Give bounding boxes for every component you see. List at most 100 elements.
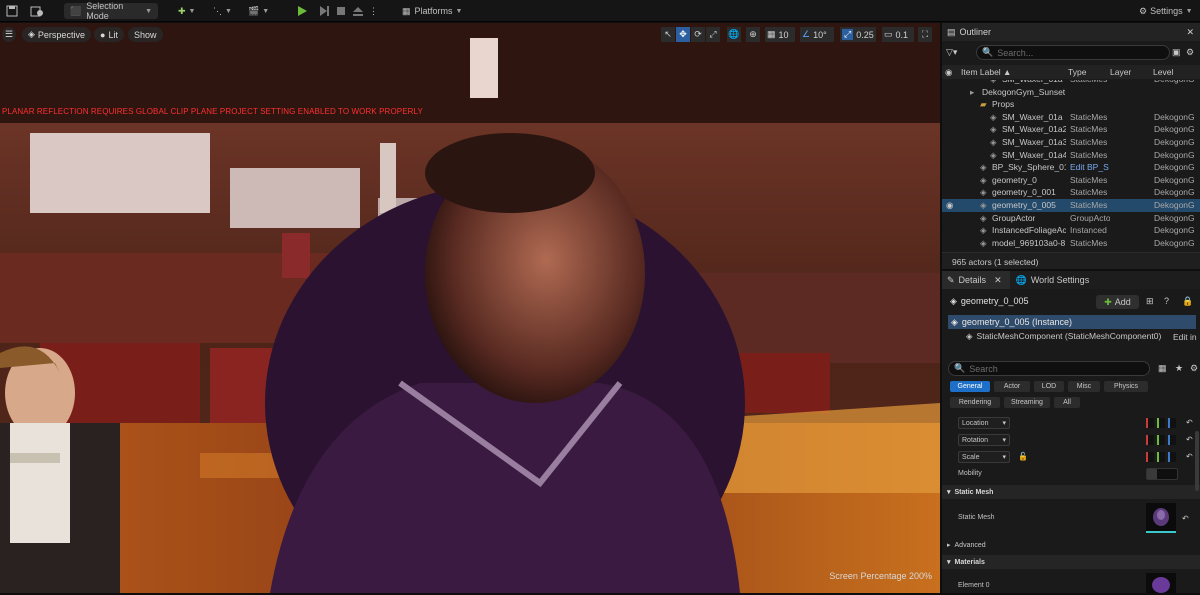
advanced-section[interactable]: ▸ Advanced <box>947 541 986 549</box>
actor-name[interactable]: ◈ geometry_0_005 <box>950 296 1028 307</box>
rotation-vector[interactable] <box>1146 435 1176 445</box>
reset-icon[interactable]: ↶ <box>1186 418 1193 427</box>
step-button[interactable] <box>318 3 330 19</box>
materials-section[interactable]: ▾ Materials <box>942 555 1200 569</box>
column-layer[interactable]: Layer <box>1110 67 1131 77</box>
outliner-row-type: StaticMes <box>1070 200 1108 210</box>
plus-icon: ✚ <box>1104 296 1112 307</box>
content-icon[interactable] <box>30 3 44 19</box>
outliner-row[interactable]: ◈ BP_Sky_Sphere_01 Edit BP_S DekogonG <box>942 161 1200 174</box>
close-icon[interactable]: ✕ <box>994 275 1002 286</box>
selection-mode-dropdown[interactable]: ⬛ Selection Mode ▼ <box>64 1 158 21</box>
outliner-row[interactable]: ◈ GroupActor GroupActo DekogonG <box>942 212 1200 225</box>
cinematics-button[interactable]: 🎬 ▼ <box>248 3 269 19</box>
favorite-icon[interactable]: ★ <box>1175 363 1183 374</box>
save-icon[interactable] <box>6 3 18 19</box>
material-thumbnail[interactable] <box>1146 573 1176 593</box>
more-options-icon[interactable]: ⋮ <box>369 3 378 19</box>
stop-button[interactable] <box>335 3 347 19</box>
column-level[interactable]: Level <box>1153 67 1173 77</box>
eject-button[interactable] <box>352 3 364 19</box>
static-mesh-section[interactable]: ▾ Static Mesh <box>942 485 1200 499</box>
view-mode-button[interactable]: ● Lit <box>94 27 124 42</box>
level-viewport[interactable]: ☰ ◈ Perspective ● Lit Show ↖ ✥ ⟳ ⤢ 🌐 ⊕ ▦… <box>0 23 940 593</box>
filter-physics[interactable]: Physics <box>1104 381 1148 392</box>
play-button[interactable] <box>296 3 308 19</box>
browse-arrow-icon[interactable]: ↶ <box>1182 514 1189 523</box>
viewport-menu-button[interactable]: ☰ <box>2 27 16 42</box>
show-button[interactable]: Show <box>128 27 163 42</box>
outliner-tab[interactable]: ▤ Outliner ✕ <box>942 23 1200 41</box>
grid-snap-button[interactable]: ▦ 10 <box>765 27 795 42</box>
mobility-toggle[interactable] <box>1146 468 1178 480</box>
details-tab[interactable]: ✎ Details ✕ <box>942 271 1010 289</box>
component-row[interactable]: ◈ StaticMeshComponent (StaticMeshComponen… <box>966 331 1161 342</box>
filter-rendering[interactable]: Rendering <box>950 397 1000 408</box>
add-folder-icon[interactable]: ▣ <box>1172 47 1181 58</box>
close-icon[interactable]: ✕ <box>1186 27 1194 38</box>
lock-icon[interactable]: 🔒 <box>1182 296 1193 307</box>
outliner-row[interactable]: ▰ Props <box>942 98 1200 111</box>
chevron-right-icon: ▸ <box>947 542 951 549</box>
unlock-icon[interactable]: 🔓 <box>1018 452 1028 461</box>
maximize-viewport-icon[interactable]: ⛶ <box>918 27 932 42</box>
blueprint-button[interactable]: ⋱ ▼ <box>213 3 232 19</box>
surface-snap-icon[interactable]: ⊕ <box>746 27 760 42</box>
add-actor-button[interactable]: ✚ ▼ <box>178 3 195 19</box>
rotation-snap-button[interactable]: ∠ 10° <box>800 27 834 42</box>
column-type[interactable]: Type <box>1068 67 1086 77</box>
platforms-icon: ▦ <box>402 5 411 16</box>
perspective-button[interactable]: ◈ Perspective <box>22 27 91 42</box>
location-dropdown[interactable]: Location ▾ <box>958 417 1010 429</box>
scale-dropdown[interactable]: Scale ▾ <box>958 451 1010 463</box>
outliner-row[interactable]: ◈ SM_Waxer_01a3 StaticMes DekogonG <box>942 136 1200 149</box>
location-vector[interactable] <box>1146 418 1176 428</box>
world-settings-tab[interactable]: 🌐 World Settings <box>1010 271 1096 289</box>
rotate-tool-icon[interactable]: ⟳ <box>691 27 705 42</box>
outliner-row[interactable]: ◈ SM_Waxer_01a StaticMes DekogonG <box>942 111 1200 124</box>
reset-icon[interactable]: ↶ <box>1186 452 1193 461</box>
filter-lod[interactable]: LOD <box>1034 381 1064 392</box>
filter-actor[interactable]: Actor <box>994 381 1030 392</box>
reset-icon[interactable]: ↶ <box>1186 435 1193 444</box>
filter-general[interactable]: General <box>950 381 990 392</box>
gear-icon[interactable]: ⚙ <box>1190 363 1198 374</box>
filter-icon[interactable]: ▽▾ <box>946 47 957 58</box>
outliner-row[interactable]: ◈ SM_Waxer_01a2 StaticMes DekogonG <box>942 123 1200 136</box>
blueprint-icon[interactable]: ⊞ <box>1146 296 1154 307</box>
details-scrollbar[interactable] <box>1195 431 1199 491</box>
add-component-button[interactable]: ✚ Add <box>1096 295 1139 309</box>
scale-tool-icon[interactable]: ⤢ <box>706 27 720 42</box>
outliner-row[interactable]: ◈ model_969103a0-8 StaticMes DekogonG <box>942 237 1200 250</box>
world-space-icon[interactable]: 🌐 <box>727 27 741 42</box>
outliner-search-input[interactable]: 🔍 Search... <box>976 45 1170 60</box>
outliner-row-label: geometry_0_005 <box>992 200 1056 210</box>
eye-icon[interactable]: ◉ <box>946 200 953 211</box>
static-mesh-thumbnail[interactable] <box>1146 503 1176 533</box>
scale-snap-button[interactable]: ⤢ 0.25 <box>840 27 876 42</box>
edit-in-link[interactable]: Edit in <box>1173 332 1197 342</box>
translate-tool-icon[interactable]: ✥ <box>676 27 690 42</box>
filter-streaming[interactable]: Streaming <box>1004 397 1050 408</box>
details-search-input[interactable]: 🔍 Search <box>948 361 1150 376</box>
camera-speed-button[interactable]: ▭ 0.1 <box>882 27 914 42</box>
outliner-row[interactable]: ▸ DekogonGym_Sunset (Editor) <box>942 86 1200 99</box>
rotation-dropdown[interactable]: Rotation ▾ <box>958 434 1010 446</box>
select-tool-icon[interactable]: ↖ <box>661 27 675 42</box>
help-icon[interactable]: ? <box>1164 296 1169 306</box>
outliner-row[interactable]: ◈ geometry_0_001 StaticMes DekogonG <box>942 186 1200 199</box>
settings-icon[interactable]: ⚙ <box>1186 47 1194 58</box>
column-item-label[interactable]: Item Label ▲ <box>961 67 1011 77</box>
instance-row[interactable]: ◈ geometry_0_005 (Instance) <box>948 315 1196 329</box>
outliner-row[interactable]: ◈ geometry_0 StaticMes DekogonG <box>942 174 1200 187</box>
outliner-row[interactable]: ◈ SM_Waxer_01a4 StaticMes DekogonG <box>942 149 1200 162</box>
filter-misc[interactable]: Misc <box>1068 381 1100 392</box>
scale-vector[interactable] <box>1146 452 1176 462</box>
outliner-row[interactable]: ◉ ◈ geometry_0_005 StaticMes DekogonG <box>942 199 1200 212</box>
filter-all[interactable]: All <box>1054 397 1080 408</box>
outliner-row[interactable]: ◈ InstancedFoliageAc Instanced DekogonG <box>942 224 1200 237</box>
grid-view-icon[interactable]: ▦ <box>1158 363 1167 374</box>
eye-icon[interactable]: ◉ <box>945 67 952 78</box>
settings-button[interactable]: ⚙ Settings ▼ <box>1139 3 1193 19</box>
platforms-dropdown[interactable]: ▦ Platforms ▼ <box>402 3 462 19</box>
